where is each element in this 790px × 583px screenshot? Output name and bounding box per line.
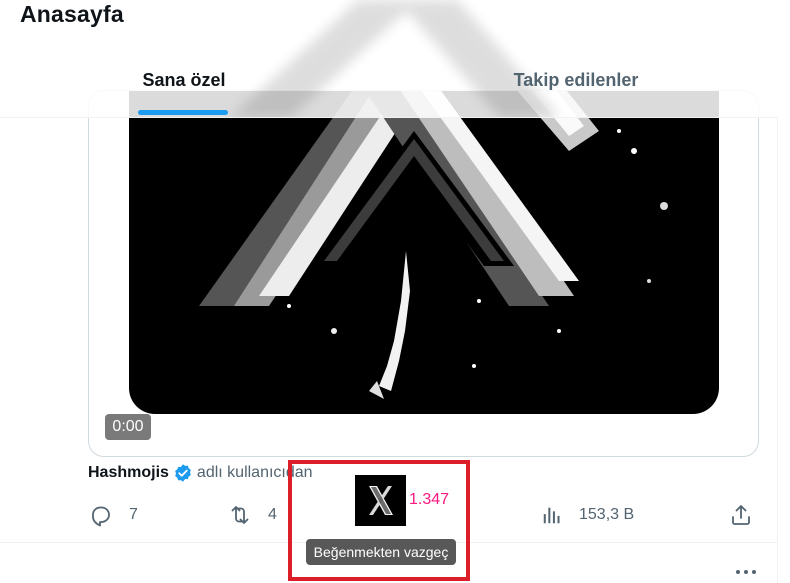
views-count: 153,3 B [579, 506, 635, 523]
repost-icon [231, 506, 249, 524]
repost-count: 4 [268, 506, 277, 523]
unlike-button[interactable]: 1.347 [355, 474, 450, 526]
timeline-column: 0:00 Anasayfa Sana özel Takip edilenler … [0, 0, 778, 583]
attribution-author[interactable]: Hashmojis [88, 464, 169, 482]
tab-following[interactable]: Takip edilenler [506, 70, 646, 96]
views-chart-icon [543, 507, 560, 524]
home-header: Anasayfa Sana özel Takip edilenler [0, 0, 778, 118]
like-count: 1.347 [409, 491, 450, 508]
more-options-icon[interactable] [735, 568, 757, 576]
repost-button[interactable]: 4 [228, 503, 277, 527]
views-button[interactable]: 153,3 B [541, 503, 634, 527]
attribution-suffix: adlı kullanıcıdan [196, 464, 313, 481]
video-player[interactable] [129, 91, 719, 414]
page-title: Anasayfa [20, 1, 124, 27]
share-icon [732, 505, 750, 525]
tab-for-you[interactable]: Sana özel [138, 70, 230, 96]
verified-badge-icon [175, 464, 191, 482]
x-logo-icon [199, 91, 668, 399]
reply-icon [92, 506, 110, 527]
active-tab-indicator [138, 110, 228, 115]
video-attribution: Hashmojis adlı kullanıcıdan [88, 463, 313, 483]
x-logo-icon [355, 474, 406, 526]
share-button[interactable] [729, 503, 753, 527]
reply-button[interactable]: 7 [89, 503, 138, 527]
video-duration-badge: 0:00 [105, 414, 151, 440]
unlike-tooltip: Beğenmekten vazgeç [306, 539, 456, 565]
tweet-media-card[interactable] [88, 90, 759, 457]
reply-count: 7 [129, 506, 138, 523]
